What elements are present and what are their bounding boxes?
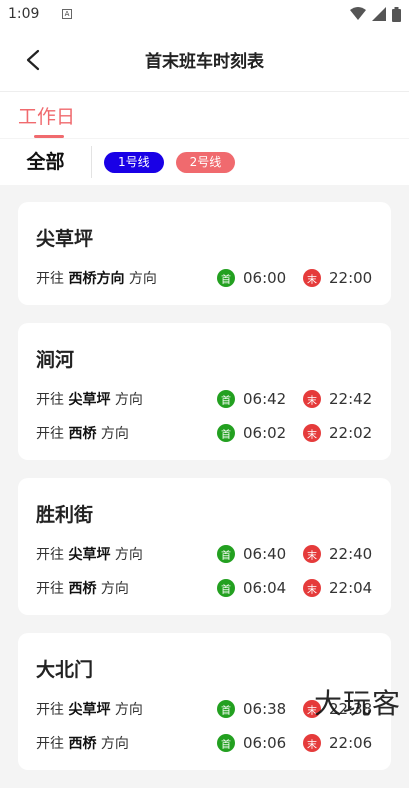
last-train-badge: 末 (303, 390, 321, 408)
watermark-logo: 大玩客 (314, 682, 401, 722)
direction-prefix: 开往 (36, 547, 64, 563)
last-train-time: 22:06 (329, 734, 373, 752)
direction-suffix: 方向 (101, 426, 129, 442)
first-train-time: 06:06 (243, 734, 287, 752)
line-filter: 全部 1号线 2号线 (0, 139, 409, 185)
direction-label: 开往 尖草坪 方向 (36, 544, 217, 564)
station-name: 胜利街 (36, 500, 373, 527)
tab-workday[interactable]: 工作日 (18, 102, 75, 129)
direction-row: 开往 尖草坪 方向首06:42末22:42 (36, 382, 373, 416)
direction-prefix: 开往 (36, 581, 64, 597)
direction-destination: 尖草坪 (68, 392, 110, 408)
direction-destination: 西桥 (68, 736, 96, 752)
notification-icon: A (62, 9, 72, 19)
station-card: 涧河开往 尖草坪 方向首06:42末22:42开往 西桥 方向首06:02末22… (18, 323, 391, 460)
first-train-badge: 首 (217, 734, 235, 752)
first-train-badge: 首 (217, 390, 235, 408)
first-train-badge: 首 (217, 700, 235, 718)
last-train-time: 22:04 (329, 579, 373, 597)
signal-icon (372, 7, 386, 21)
direction-suffix: 方向 (101, 736, 129, 752)
chip-line-1[interactable]: 1号线 (104, 152, 164, 173)
direction-destination: 西桥 (68, 581, 96, 597)
last-train-badge: 末 (303, 269, 321, 287)
tab-underline (34, 135, 64, 138)
direction-destination: 西桥 (68, 426, 96, 442)
back-arrow-icon[interactable] (22, 48, 46, 72)
station-card: 胜利街开往 尖草坪 方向首06:40末22:40开往 西桥 方向首06:04末2… (18, 478, 391, 615)
first-train-badge: 首 (217, 424, 235, 442)
direction-suffix: 方向 (115, 547, 143, 563)
status-bar: 1:09 A (0, 0, 409, 28)
direction-destination: 尖草坪 (68, 702, 110, 718)
direction-destination: 尖草坪 (68, 547, 110, 563)
wifi-icon (350, 7, 366, 21)
first-train-time: 06:02 (243, 424, 287, 442)
first-train-time: 06:40 (243, 545, 287, 563)
last-train-time: 22:42 (329, 390, 373, 408)
direction-prefix: 开往 (36, 426, 64, 442)
station-name: 大北门 (36, 655, 373, 682)
last-train-badge: 末 (303, 734, 321, 752)
station-name: 尖草坪 (36, 224, 373, 251)
direction-suffix: 方向 (115, 392, 143, 408)
direction-suffix: 方向 (115, 702, 143, 718)
last-train-time: 22:40 (329, 545, 373, 563)
direction-prefix: 开往 (36, 736, 64, 752)
last-train-badge: 末 (303, 579, 321, 597)
direction-suffix: 方向 (129, 271, 157, 287)
last-train-time: 22:00 (329, 269, 373, 287)
direction-label: 开往 尖草坪 方向 (36, 699, 217, 719)
chip-line-2[interactable]: 2号线 (176, 152, 236, 173)
direction-label: 开往 西桥 方向 (36, 423, 217, 443)
last-train-time: 22:02 (329, 424, 373, 442)
direction-destination: 西桥方向 (68, 271, 124, 287)
direction-row: 开往 尖草坪 方向首06:40末22:40 (36, 537, 373, 571)
direction-row: 开往 西桥 方向首06:04末22:04 (36, 571, 373, 605)
first-train-time: 06:00 (243, 269, 287, 287)
direction-suffix: 方向 (101, 581, 129, 597)
status-icons (350, 7, 401, 22)
direction-prefix: 开往 (36, 271, 64, 287)
station-name: 涧河 (36, 345, 373, 372)
direction-label: 开往 西桥 方向 (36, 733, 217, 753)
battery-icon (392, 7, 401, 22)
direction-label: 开往 西桥 方向 (36, 578, 217, 598)
first-train-time: 06:42 (243, 390, 287, 408)
page-title: 首末班车时刻表 (145, 47, 264, 72)
direction-prefix: 开往 (36, 392, 64, 408)
first-train-time: 06:38 (243, 700, 287, 718)
first-train-badge: 首 (217, 269, 235, 287)
status-time: 1:09 (8, 6, 52, 22)
direction-row: 开往 西桥方向 方向首06:00末22:00 (36, 261, 373, 295)
first-train-badge: 首 (217, 579, 235, 597)
direction-row: 开往 西桥 方向首06:02末22:02 (36, 416, 373, 450)
first-train-time: 06:04 (243, 579, 287, 597)
direction-row: 开往 西桥 方向首06:06末22:06 (36, 726, 373, 760)
day-tabs: 工作日 (0, 92, 409, 138)
first-train-badge: 首 (217, 545, 235, 563)
direction-prefix: 开往 (36, 702, 64, 718)
last-train-badge: 末 (303, 424, 321, 442)
direction-label: 开往 西桥方向 方向 (36, 268, 217, 288)
station-card: 尖草坪开往 西桥方向 方向首06:00末22:00 (18, 202, 391, 305)
top-bar: 首末班车时刻表 (0, 28, 409, 92)
direction-label: 开往 尖草坪 方向 (36, 389, 217, 409)
last-train-badge: 末 (303, 545, 321, 563)
filter-all[interactable]: 全部 (0, 146, 92, 178)
